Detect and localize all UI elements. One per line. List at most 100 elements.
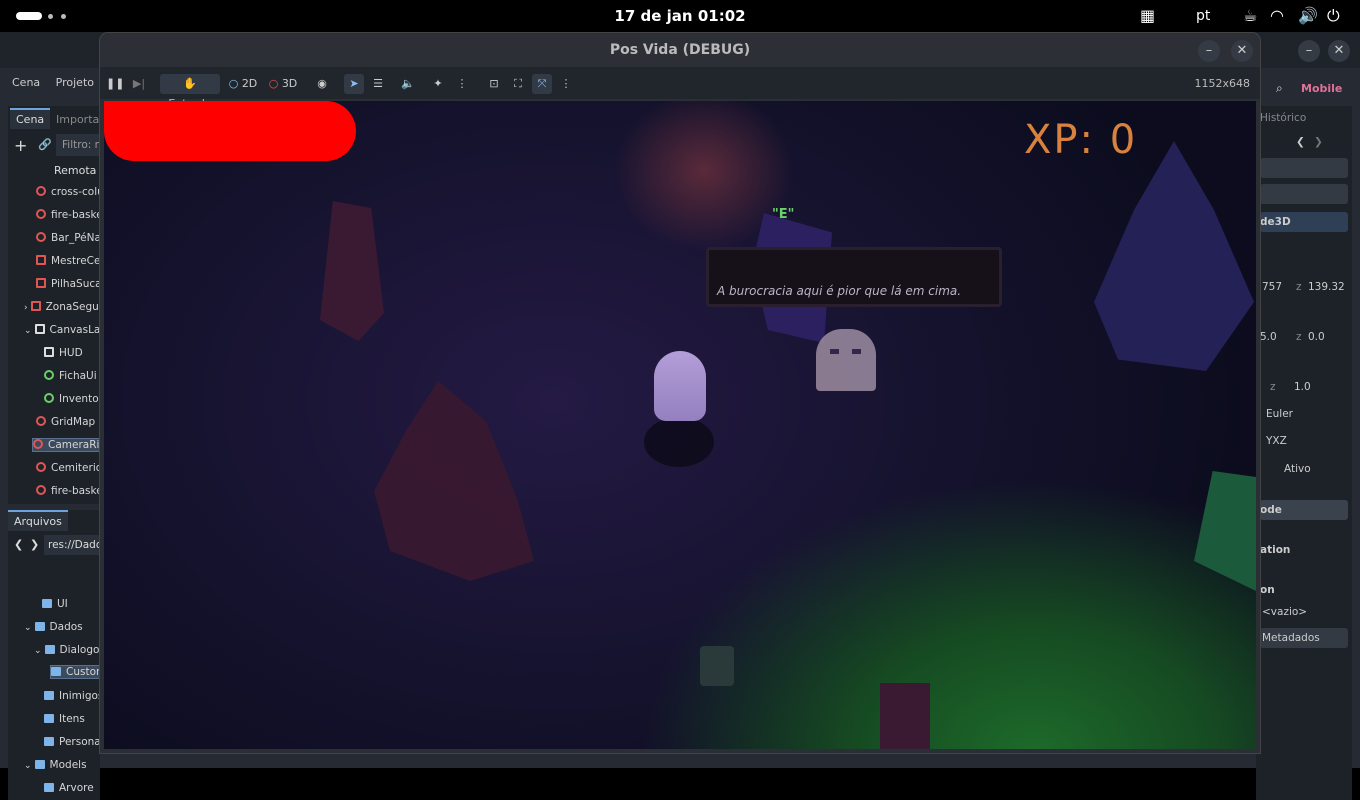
tab-historico[interactable]: Histórico xyxy=(1260,112,1306,124)
chevron-down-icon[interactable]: ⌄ xyxy=(34,646,42,656)
tree-item[interactable]: fire-basket xyxy=(36,209,100,221)
forward-icon[interactable]: ❯ xyxy=(30,538,39,551)
mode-2d-button[interactable]: ○ 2D xyxy=(226,74,260,94)
editor-close-button[interactable]: ✕ xyxy=(1328,40,1350,62)
position-z-value[interactable]: 139.32 xyxy=(1308,281,1345,293)
chevron-right-icon[interactable]: › xyxy=(24,303,28,313)
rotation-mode-select[interactable]: Euler xyxy=(1266,408,1293,420)
canvas-icon xyxy=(44,347,54,357)
minimize-button[interactable]: – xyxy=(1198,40,1220,62)
node3d-icon xyxy=(36,485,46,495)
close-button[interactable]: ✕ xyxy=(1231,40,1253,62)
node3d-icon xyxy=(36,209,46,219)
tree-item[interactable]: fire-basket xyxy=(36,485,100,497)
ghost-npc xyxy=(816,329,876,391)
rotation-z-value[interactable]: 0.0 xyxy=(1308,331,1325,343)
node-section-label[interactable]: ode xyxy=(1260,504,1282,516)
player-shadow xyxy=(644,417,714,467)
property-filter[interactable] xyxy=(1260,184,1348,204)
file-item[interactable]: Custom xyxy=(50,665,100,679)
tree-item[interactable]: cross-colu xyxy=(36,186,100,198)
list-select-icon[interactable]: ☰ xyxy=(368,74,388,94)
tree-item[interactable]: PilhaSucat xyxy=(36,278,100,290)
menu-cena[interactable]: Cena xyxy=(12,76,40,89)
tree-item[interactable]: GridMap xyxy=(36,416,100,428)
remote-mode-label[interactable]: Remota xyxy=(54,164,96,177)
file-item[interactable]: Arvore xyxy=(44,782,100,794)
file-item[interactable]: UI xyxy=(42,598,100,610)
tab-arquivos[interactable]: Arquivos xyxy=(8,510,68,531)
tree-item[interactable]: MestreCer xyxy=(36,255,100,267)
add-node-icon[interactable]: + xyxy=(14,136,27,155)
menu-projeto[interactable]: Projeto xyxy=(56,76,94,89)
link-icon[interactable]: 🔗 xyxy=(38,138,52,151)
coffee-icon[interactable]: ☕ xyxy=(1243,6,1257,25)
system-clock[interactable]: 17 de jan 01:02 xyxy=(0,7,1360,25)
rotation-y-value[interactable]: 5.0 xyxy=(1260,331,1277,343)
scene-icon xyxy=(36,255,46,265)
filter-input[interactable]: Filtro: n xyxy=(56,134,100,156)
tab-cena[interactable]: Cena xyxy=(10,108,51,129)
tree-item[interactable]: › ZonaSegu xyxy=(24,301,100,313)
tree-item[interactable]: CameraRi xyxy=(32,438,100,452)
history-forward-icon[interactable]: ❯ xyxy=(1314,136,1323,148)
animation-section-label[interactable]: ation xyxy=(1260,544,1290,556)
resource-select[interactable] xyxy=(1260,158,1348,178)
chevron-down-icon[interactable]: ⌄ xyxy=(24,761,32,771)
chevron-down-icon[interactable]: ⌄ xyxy=(24,326,32,336)
chevron-down-icon[interactable]: ⌄ xyxy=(24,623,32,633)
pause-button[interactable]: ❚❚ xyxy=(106,74,124,94)
zoom-icon[interactable]: ⌕ xyxy=(1276,81,1283,96)
visibility-icon[interactable]: ◉ xyxy=(312,74,332,94)
more-options-icon[interactable]: ⋮ xyxy=(452,74,472,94)
wifi-icon[interactable]: ◠ xyxy=(1270,6,1284,25)
toolbar-menu-icon[interactable]: ⋮ xyxy=(556,74,576,94)
node3d-icon xyxy=(36,186,46,196)
volume-icon[interactable]: 🔊 xyxy=(1298,6,1318,25)
layout-switch-icon[interactable]: ▦ xyxy=(1140,6,1155,25)
fit-icon[interactable]: ⊡ xyxy=(484,74,504,94)
language-indicator[interactable]: pt xyxy=(1196,8,1210,24)
back-icon[interactable]: ❮ xyxy=(14,538,23,551)
mode-select[interactable]: Mobile xyxy=(1301,82,1342,95)
file-item[interactable]: Itens xyxy=(44,713,100,725)
control-icon xyxy=(44,370,54,380)
game-viewport[interactable]: XP: 0 "E" A burocracia aqui é pior que l… xyxy=(104,101,1256,749)
next-frame-button[interactable]: ▶| xyxy=(130,74,148,94)
position-y-value[interactable]: 757 xyxy=(1262,281,1282,293)
gridmap-icon xyxy=(36,416,46,426)
input-mode-button[interactable]: ✋ Entrada xyxy=(160,74,220,110)
folder-icon xyxy=(44,783,54,792)
scale-z-axis: z xyxy=(1270,381,1276,393)
scale-z-value[interactable]: 1.0 xyxy=(1294,381,1311,393)
tree-item[interactable]: HUD xyxy=(44,347,100,359)
tree-item[interactable]: ⌄CanvasLay xyxy=(24,324,100,336)
tree-item[interactable]: FichaUi xyxy=(44,370,100,382)
node3d-icon: ○ xyxy=(268,77,279,90)
file-item[interactable]: ⌄ Models xyxy=(24,759,100,771)
node3d-icon xyxy=(36,462,46,472)
script-section-label[interactable]: on xyxy=(1260,584,1275,596)
history-back-icon[interactable]: ❮ xyxy=(1296,136,1305,148)
mode-3d-button[interactable]: ○ 3D xyxy=(266,74,300,94)
path-input[interactable]: res://Dados xyxy=(44,535,100,555)
file-item[interactable]: Persona xyxy=(44,736,100,748)
game-window: Pos Vida (DEBUG) – ✕ ❚❚ ▶| ✋ Entrada ○ 2… xyxy=(100,33,1260,753)
script-value[interactable]: <vazio> xyxy=(1262,606,1307,618)
file-item[interactable]: ⌄ Dados xyxy=(24,621,100,633)
tree-item[interactable]: Bar_PéNa xyxy=(36,232,100,244)
active-checkbox-label[interactable]: Ativo xyxy=(1284,463,1311,475)
file-item[interactable]: Inimigos xyxy=(44,690,100,702)
metadata-label[interactable]: Metadados xyxy=(1262,632,1320,644)
power-icon[interactable]: ⏻ xyxy=(1327,6,1340,26)
tree-item[interactable]: Inventor xyxy=(44,393,100,405)
tree-item[interactable]: Cemiterio xyxy=(36,462,100,474)
editor-minimize-button[interactable]: – xyxy=(1298,40,1320,62)
fullscreen-icon[interactable]: ⤧ xyxy=(532,74,552,94)
file-item[interactable]: ⌄Dialogos xyxy=(34,644,100,656)
mute-icon[interactable]: 🔈 xyxy=(398,74,418,94)
rotation-order-select[interactable]: YXZ xyxy=(1266,435,1287,447)
expand-icon[interactable]: ⛶ xyxy=(508,74,528,94)
camera-override-icon[interactable]: ✦ xyxy=(428,74,448,94)
select-tool-icon[interactable]: ➤ xyxy=(344,74,364,94)
